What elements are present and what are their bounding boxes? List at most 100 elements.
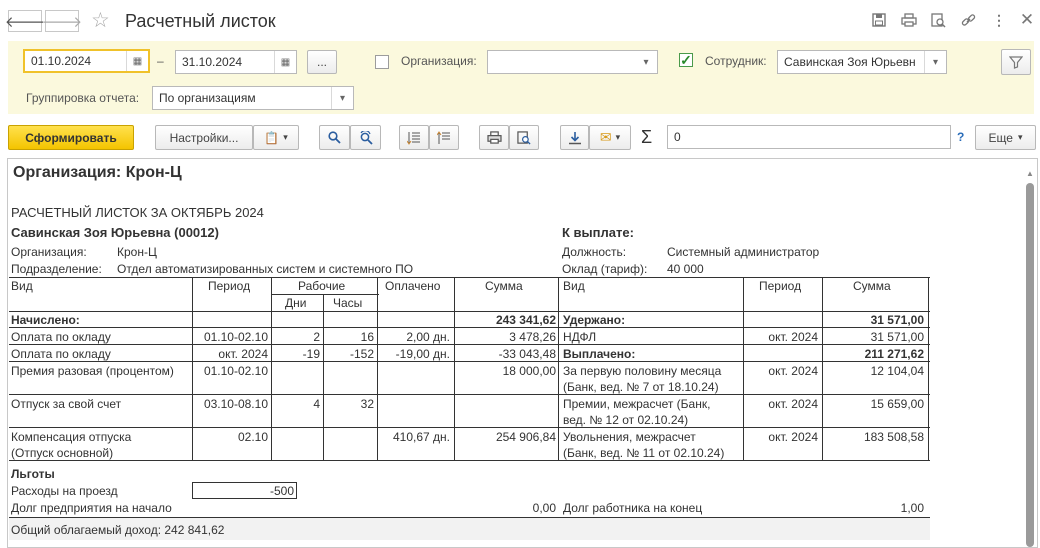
- chevron-down-icon[interactable]: ▾: [635, 51, 657, 73]
- totals-bottom-border: [9, 327, 930, 328]
- travel-cell-border: [192, 482, 297, 483]
- find-next-button[interactable]: [350, 125, 381, 150]
- pay-2-kind-2: вед. № 12 от 02.10.24): [563, 413, 689, 427]
- employee-field[interactable]: Савинская Зоя Юрьевн ▾: [777, 50, 947, 74]
- row-2-paid: -19,00 дн.: [395, 347, 450, 361]
- collapse-groups-button[interactable]: [429, 125, 459, 150]
- generate-button[interactable]: Сформировать: [8, 125, 134, 150]
- print-preview-button[interactable]: [509, 125, 539, 150]
- salary-label: Оклад (тариф):: [562, 262, 648, 276]
- collapse-rows-icon: [437, 130, 450, 144]
- variant-button[interactable]: 📋 ▾: [253, 125, 299, 150]
- row-1-paid: 2,00 дн.: [406, 330, 450, 344]
- report-area[interactable]: Организация: Крон-Ц РАСЧЕТНЫЙ ЛИСТОК ЗА …: [7, 158, 1038, 548]
- print-report-button[interactable]: [479, 125, 509, 150]
- header-period: Период: [208, 279, 251, 293]
- employee-checkbox[interactable]: ✓: [679, 53, 693, 67]
- header-worked: Рабочие: [298, 279, 346, 293]
- row-5-paid: 410,67 дн.: [393, 430, 450, 444]
- grouping-label: Группировка отчета:: [26, 91, 140, 105]
- col-border: [822, 328, 823, 460]
- debt-end-value: 1,00: [900, 501, 924, 515]
- benefits-label: Льготы: [11, 467, 55, 481]
- close-icon[interactable]: ✕: [1019, 10, 1035, 29]
- header-days: Дни: [285, 296, 307, 310]
- col-border: [454, 328, 455, 460]
- chevron-down-icon[interactable]: ▾: [331, 87, 353, 109]
- row-1-period: 01.10-02.10: [203, 330, 268, 344]
- header-kind-2: Вид: [563, 279, 585, 293]
- col-border: [558, 277, 559, 327]
- pay-1-sum: 12 104,04: [870, 364, 924, 378]
- position-label: Должность:: [562, 245, 627, 259]
- forward-button[interactable]: 🡒: [42, 10, 82, 32]
- dept-label: Подразделение:: [11, 262, 102, 276]
- org-heading: Организация: Крон-Ц: [13, 164, 182, 181]
- org-field[interactable]: ▾: [487, 50, 658, 74]
- scrollbar-thumb[interactable]: [1026, 183, 1034, 547]
- header-worked-split: [271, 294, 379, 295]
- find-button[interactable]: [319, 125, 350, 150]
- row-3-period: 01.10-02.10: [203, 364, 268, 378]
- grouping-field[interactable]: По организациям ▾: [152, 86, 354, 110]
- org-info-value: Крон-Ц: [117, 245, 157, 259]
- paid-total: 211 271,62: [864, 347, 924, 361]
- link-icon[interactable]: [960, 12, 976, 28]
- taxable-income: Общий облагаемый доход: 242 841,62: [11, 523, 225, 537]
- header-period-2: Период: [759, 279, 802, 293]
- help-icon[interactable]: ?: [957, 130, 964, 144]
- star-icon[interactable]: ☆: [91, 8, 110, 33]
- date-from-field[interactable]: 01.10.2024 ▦: [23, 49, 150, 73]
- row-separator: [9, 427, 930, 428]
- save-report-button[interactable]: [560, 125, 589, 150]
- save-icon[interactable]: [871, 12, 887, 28]
- row-5-sum: 254 906,84: [495, 430, 556, 444]
- position-value: Системный администратор: [667, 245, 820, 259]
- header-hours: Часы: [333, 296, 363, 310]
- row-1-days: 2: [313, 330, 320, 344]
- chevron-down-icon: ▾: [1017, 132, 1023, 142]
- chevron-down-icon[interactable]: ▾: [924, 51, 946, 73]
- more-button[interactable]: Еще ▾: [975, 125, 1036, 150]
- pay-3-kind-2: (Банк, вед. № 11 от 02.10.24): [563, 446, 725, 460]
- row-1-sum: 3 478,26: [509, 330, 556, 344]
- filter-button[interactable]: [1001, 49, 1031, 75]
- header-paid: Оплачено: [385, 279, 441, 293]
- print-icon: [486, 131, 502, 144]
- scroll-up-icon[interactable]: ▲: [1026, 169, 1034, 178]
- paid-label: Выплачено:: [563, 347, 636, 361]
- row-2-hours: -152: [349, 347, 374, 361]
- calendar-icon[interactable]: ▦: [126, 51, 148, 71]
- more-icon[interactable]: ⋮: [991, 12, 1007, 28]
- employee-name: Савинская Зоя Юрьевна (00012): [11, 225, 219, 240]
- org-checkbox[interactable]: [375, 55, 389, 69]
- print-icon[interactable]: [901, 12, 917, 28]
- period-select-button[interactable]: ...: [307, 50, 337, 74]
- date-dash: –: [157, 54, 164, 68]
- ndfl-sum: 31 571,00: [870, 330, 924, 344]
- row-2-days: -19: [302, 347, 320, 361]
- pay-1-kind: За первую половину месяца: [563, 364, 722, 378]
- row-separator: [9, 361, 930, 362]
- settings-button[interactable]: Настройки...: [155, 125, 253, 150]
- debt-start-label: Долг предприятия на начало: [11, 501, 172, 515]
- sum-field[interactable]: 0: [667, 125, 951, 149]
- expand-groups-button[interactable]: [399, 125, 429, 150]
- accrued-label: Начислено:: [11, 313, 80, 327]
- col-border: [323, 328, 324, 460]
- salary-value: 40 000: [667, 262, 704, 276]
- vertical-scrollbar[interactable]: ▲: [1025, 161, 1035, 547]
- calendar-icon[interactable]: ▦: [274, 51, 296, 73]
- preview-icon: [517, 130, 531, 145]
- date-to-field[interactable]: 31.10.2024 ▦: [175, 50, 297, 74]
- row-separator: [9, 344, 930, 345]
- travel-label: Расходы на проезд: [11, 484, 118, 498]
- header-sum: Сумма: [485, 279, 523, 293]
- preview-icon[interactable]: [930, 12, 946, 28]
- travel-cell-border: [192, 482, 193, 499]
- send-email-button[interactable]: ✉ ▾: [589, 125, 631, 150]
- row-2-sum: -33 043,48: [498, 347, 556, 361]
- pay-3-period: окт. 2024: [768, 430, 818, 444]
- back-button[interactable]: 🡐: [5, 10, 45, 32]
- header-kind: Вид: [11, 279, 33, 293]
